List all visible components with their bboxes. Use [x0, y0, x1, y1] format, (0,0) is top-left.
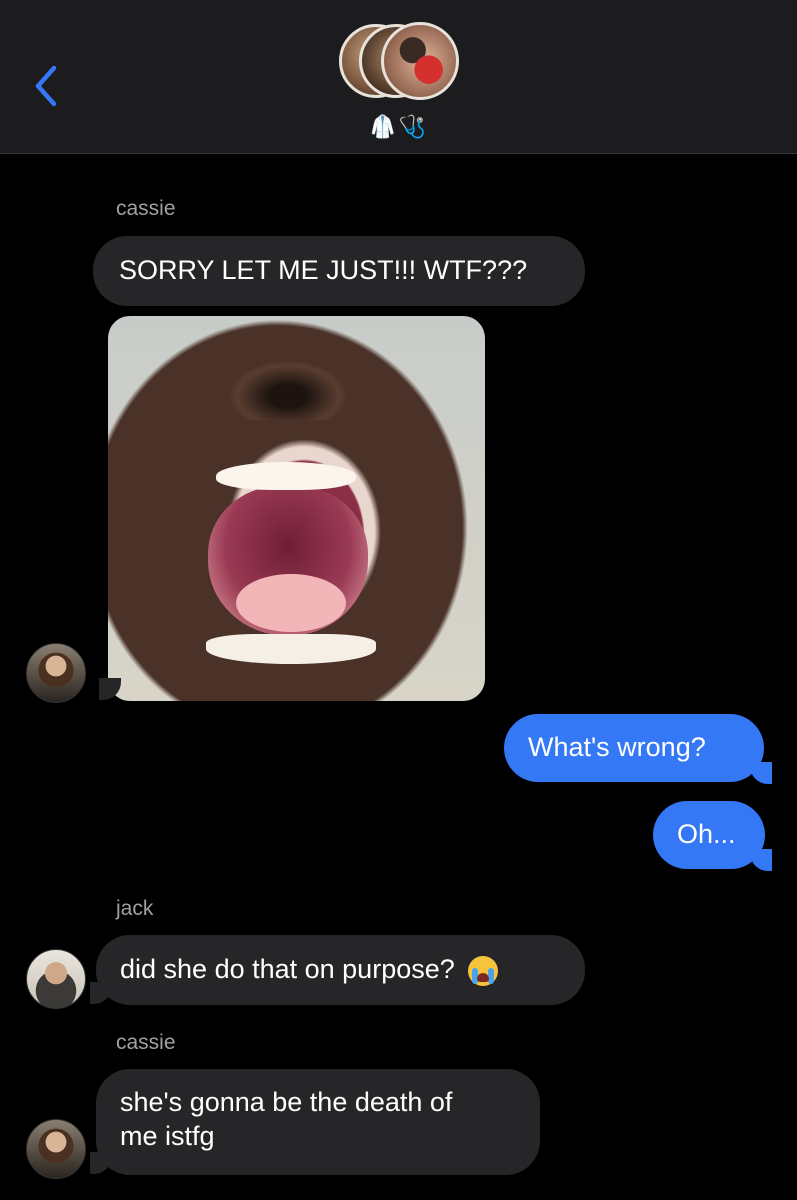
loudly-crying-face-icon [468, 955, 499, 986]
bubble-tail [90, 1152, 112, 1174]
chevron-left-icon [35, 65, 57, 107]
tear-right [488, 967, 495, 984]
incoming-message-bubble[interactable]: did she do that on purpose? [96, 935, 585, 1005]
group-avatar-stack[interactable] [339, 22, 461, 104]
cassie-avatar[interactable] [26, 1119, 86, 1179]
message-text: did she do that on purpose? [120, 954, 455, 984]
message-text-line: she's gonna be the death of [120, 1087, 453, 1117]
photo-teeth-bottom [206, 634, 376, 664]
incoming-message-bubble[interactable]: SORRY LET ME JUST!!! WTF??? [93, 236, 585, 306]
sender-name: cassie [116, 197, 176, 220]
message-text: What's wrong? [528, 732, 706, 762]
bubble-tail [90, 982, 112, 1004]
group-name-emoji[interactable]: 🥼🩺 [0, 114, 797, 140]
sender-name: cassie [116, 1031, 176, 1054]
message-text: SORRY LET ME JUST!!! WTF??? [119, 255, 528, 285]
image-attachment[interactable] [108, 316, 485, 701]
sender-name: jack [116, 897, 154, 920]
photo-teeth-top [216, 462, 356, 490]
photo-nose [228, 360, 348, 420]
back-button[interactable] [30, 62, 62, 110]
photo-tongue [236, 574, 346, 632]
bubble-tail [750, 762, 772, 784]
participant-avatar-3 [381, 22, 459, 100]
incoming-message-bubble[interactable]: she's gonna be the death of me istfg [96, 1069, 540, 1175]
conversation-header: 🥼🩺 [0, 0, 797, 154]
message-text: Oh... [677, 819, 736, 849]
outgoing-message-bubble[interactable]: Oh... [653, 801, 765, 869]
emoji-mouth [477, 972, 490, 982]
message-text-line: me istfg [120, 1121, 215, 1151]
bubble-tail [750, 849, 772, 871]
jack-avatar[interactable] [26, 949, 86, 1009]
outgoing-message-bubble[interactable]: What's wrong? [504, 714, 764, 782]
cassie-avatar[interactable] [26, 643, 86, 703]
